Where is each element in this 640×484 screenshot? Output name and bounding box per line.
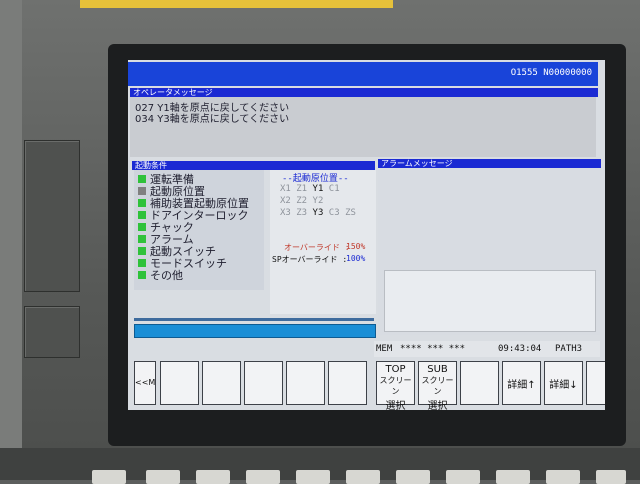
status-indicator-icon (138, 187, 146, 195)
alarm-message-panel (378, 170, 600, 335)
side-button-upper[interactable] (24, 140, 80, 292)
axis-row: X1 Z1 Y1 C1 (280, 184, 340, 194)
status-indicator-icon (138, 199, 146, 207)
status-indicator-icon (138, 211, 146, 219)
status-indicator-icon (138, 235, 146, 243)
softkey-5[interactable] (328, 361, 367, 405)
softkey-8[interactable] (460, 361, 499, 405)
keyboard-key[interactable] (496, 470, 530, 484)
axis-row: X2 Z2 Y2 (280, 196, 324, 206)
alarm-message-box (384, 270, 596, 332)
keyboard-key[interactable] (396, 470, 430, 484)
machine-nameplate (80, 0, 393, 8)
status-indicator-icon (138, 223, 146, 231)
keyboard-key[interactable] (146, 470, 180, 484)
status-indicator-icon (138, 271, 146, 279)
operator-message-area: 027 Y1軸を原点に戻してください 034 Y3軸を原点に戻してください (130, 97, 596, 157)
keyboard-key[interactable] (446, 470, 480, 484)
axis-row: X3 Z3 Y3 C3 ZS (280, 208, 356, 218)
softkey-1[interactable] (160, 361, 199, 405)
progress-track (134, 318, 374, 321)
return-softkey[interactable]: <<M (134, 361, 156, 405)
softkey-4[interactable] (286, 361, 325, 405)
state-indicator: **** *** *** (400, 344, 466, 354)
title-bar: O1555 N00000000 (128, 62, 598, 86)
side-button-lower[interactable] (24, 306, 80, 358)
override-label: オーバーライド : (284, 243, 350, 252)
keyboard-key[interactable] (296, 470, 330, 484)
softkey-2[interactable] (202, 361, 241, 405)
path-indicator: PATH3 (555, 344, 583, 354)
status-indicator-icon (138, 259, 146, 267)
sp-override-value: 100% (346, 254, 366, 263)
progress-bar (134, 324, 376, 338)
keyboard-key[interactable] (92, 470, 126, 484)
cnc-screen: O1555 N00000000 オペレータメッセージ 027 Y1軸を原点に戻し… (128, 60, 605, 410)
sp-override-label: SPオーバーライド : (272, 255, 348, 264)
keyboard-key[interactable] (246, 470, 280, 484)
keyboard-key[interactable] (596, 470, 626, 484)
left-panel (0, 0, 22, 480)
override-value: 150% (346, 242, 366, 251)
start-position-header: --起動原位置-- (282, 174, 349, 184)
sub-screen-select-button[interactable]: SUB スクリーン 選択 (418, 361, 457, 410)
keyboard-key[interactable] (346, 470, 380, 484)
next-softkey[interactable] (586, 361, 605, 405)
operator-message-header: オペレータメッセージ (130, 88, 598, 97)
keyboard-key[interactable] (196, 470, 230, 484)
program-number: O1555 N00000000 (510, 68, 592, 78)
alarm-message-header: アラームメッセージ (378, 159, 601, 168)
keyboard-key[interactable] (546, 470, 580, 484)
softkey-3[interactable] (244, 361, 283, 405)
status-bar: MEM **** *** *** 09:43:04 PATH3 (374, 341, 600, 357)
top-screen-select-button[interactable]: TOP スクリーン 選択 (376, 361, 415, 410)
status-indicator-icon (138, 247, 146, 255)
start-conditions-panel: 運転準備 起動原位置 補助装置起動原位置 ドアインターロック チャック アラーム… (134, 170, 264, 290)
start-conditions-header: 起動条件 (132, 161, 375, 170)
condition-item: その他 (138, 267, 183, 283)
start-position-panel: --起動原位置-- X1 Z1 Y1 C1 X2 Z2 Y2 X3 Z3 Y3 … (270, 170, 376, 314)
clock: 09:43:04 (498, 344, 542, 354)
status-indicator-icon (138, 175, 146, 183)
detail-down-button[interactable]: 詳細↓ (544, 361, 583, 405)
operator-message-line: 034 Y3軸を原点に戻してください (135, 114, 290, 125)
mode-indicator: MEM (376, 344, 393, 354)
detail-up-button[interactable]: 詳細↑ (502, 361, 541, 405)
softkey-bar: <<M TOP スクリーン 選択 SUB スクリーン 選択 詳細↑ 詳細↓ (134, 361, 605, 410)
